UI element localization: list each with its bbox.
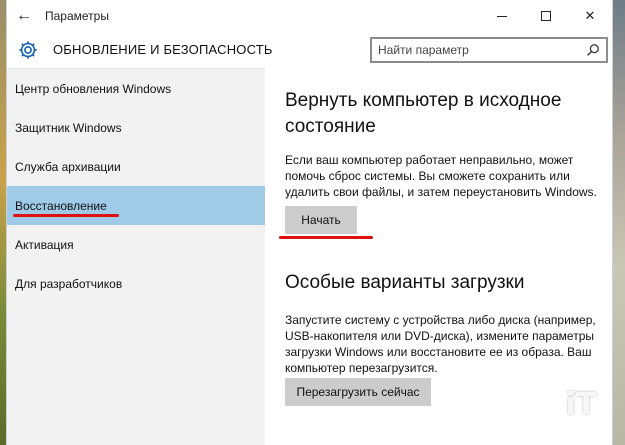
sidebar: Центр обновления Windows Защитник Window… <box>7 68 265 445</box>
minimize-icon <box>497 15 507 17</box>
sidebar-item-label: Активация <box>15 237 74 252</box>
sidebar-item-label: Восстановление <box>15 198 107 213</box>
window-title: Параметры <box>45 9 109 23</box>
reset-heading: Вернуть компьютер в исходное состояние <box>285 90 562 137</box>
sidebar-item-windows-update[interactable]: Центр обновления Windows <box>7 69 265 108</box>
settings-window: ← Параметры ✕ ОБНОВЛЕНИЕ И БЕЗОПАСНОСТЬ <box>6 0 613 445</box>
back-button[interactable]: ← <box>7 0 41 32</box>
restart-now-button[interactable]: Перезагрузить сейчас <box>285 378 431 406</box>
close-icon: ✕ <box>584 8 596 23</box>
sidebar-item-activation[interactable]: Активация <box>7 225 265 264</box>
annotation-underline-start <box>279 236 373 239</box>
start-reset-button[interactable]: Начать <box>285 206 357 234</box>
site-watermark-logo: iT <box>565 386 597 422</box>
window-controls: ✕ <box>480 0 612 32</box>
minimize-button[interactable] <box>480 0 524 32</box>
maximize-icon <box>541 11 551 21</box>
sidebar-item-backup[interactable]: Служба архивации <box>7 147 265 186</box>
reset-description: Если ваш компьютер работает неправильно,… <box>285 153 597 199</box>
title-bar: ← Параметры ✕ <box>7 0 612 32</box>
search-icon[interactable] <box>586 43 600 57</box>
close-button[interactable]: ✕ <box>568 0 612 32</box>
sidebar-item-label: Центр обновления Windows <box>15 81 172 96</box>
page-header: ОБНОВЛЕНИЕ И БЕЗОПАСНОСТЬ <box>7 32 612 68</box>
sidebar-item-label: Служба архивации <box>15 159 121 174</box>
annotation-underline-recovery <box>13 214 119 217</box>
search-box[interactable] <box>370 37 608 63</box>
page-title: ОБНОВЛЕНИЕ И БЕЗОПАСНОСТЬ <box>53 42 273 57</box>
sidebar-item-label: Для разработчиков <box>15 276 123 291</box>
gear-icon <box>19 41 37 59</box>
desktop-background-right <box>613 0 625 445</box>
advanced-startup-heading: Особые варианты загрузки <box>285 272 525 293</box>
advanced-startup-description: Запустите систему с устройства либо диск… <box>285 313 596 375</box>
main-content: Вернуть компьютер в исходное состояние Е… <box>265 68 612 445</box>
sidebar-item-label: Защитник Windows <box>15 120 122 135</box>
sidebar-item-windows-defender[interactable]: Защитник Windows <box>7 108 265 147</box>
search-input[interactable] <box>378 43 578 57</box>
sidebar-item-developers[interactable]: Для разработчиков <box>7 264 265 303</box>
back-arrow-icon: ← <box>16 7 32 24</box>
sidebar-item-recovery[interactable]: Восстановление <box>7 186 265 225</box>
maximize-button[interactable] <box>524 0 568 32</box>
